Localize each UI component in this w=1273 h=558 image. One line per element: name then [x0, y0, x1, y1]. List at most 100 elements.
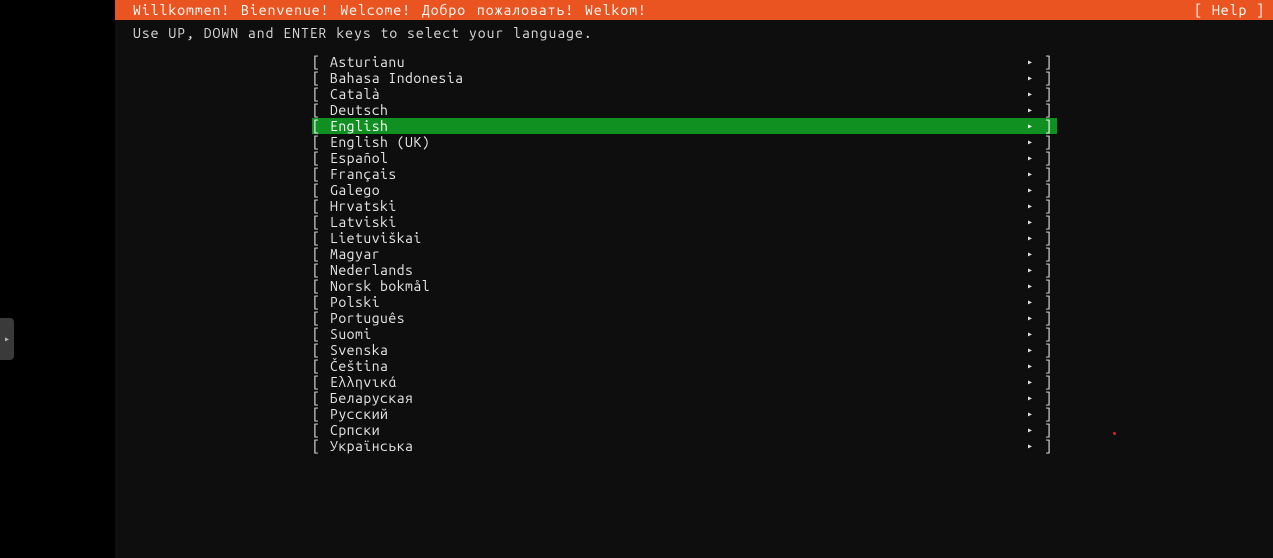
- language-option[interactable]: [ Deutsch▸]: [115, 102, 1273, 118]
- bracket-open: [: [312, 54, 330, 70]
- language-label: Polski: [330, 294, 380, 310]
- language-option[interactable]: [ Norsk bokmål▸]: [115, 278, 1273, 294]
- chevron-right-icon: ▸: [4, 333, 10, 345]
- language-option[interactable]: [ Čeština▸]: [115, 358, 1273, 374]
- language-option[interactable]: [ Català▸]: [115, 86, 1273, 102]
- sidebar-handle[interactable]: ▸: [0, 318, 14, 360]
- language-option[interactable]: [ English (UK) ▸]: [115, 134, 1273, 150]
- bracket-open: [: [312, 390, 330, 406]
- bracket-open: [: [312, 230, 330, 246]
- language-option[interactable]: [ English ▸]: [115, 118, 1273, 134]
- bracket-close: ]: [1039, 294, 1057, 310]
- chevron-right-icon: ▸: [1021, 86, 1039, 102]
- language-label: English (UK): [330, 134, 430, 150]
- language-option[interactable]: [ Asturianu▸]: [115, 54, 1273, 70]
- bracket-open: [: [312, 438, 330, 454]
- help-button[interactable]: [ Help ]: [1194, 0, 1265, 20]
- bracket-open: [: [312, 422, 330, 438]
- language-option[interactable]: [ Português ▸]: [115, 310, 1273, 326]
- language-option[interactable]: [ Español▸]: [115, 150, 1273, 166]
- header-title: Willkommen! Bienvenue! Welcome! Добро по…: [133, 0, 647, 20]
- bracket-close: ]: [1039, 166, 1057, 182]
- language-label: Беларуская: [330, 390, 413, 406]
- bracket-close: ]: [1039, 118, 1057, 134]
- language-option[interactable]: [ Lietuviškai ▸]: [115, 230, 1273, 246]
- chevron-right-icon: ▸: [1021, 294, 1039, 310]
- bracket-open: [: [312, 358, 330, 374]
- bracket-close: ]: [1039, 214, 1057, 230]
- language-label: Ελληνικά: [330, 374, 397, 390]
- bracket-close: ]: [1039, 150, 1057, 166]
- language-option[interactable]: [ Français▸]: [115, 166, 1273, 182]
- language-option[interactable]: [ Suomi▸]: [115, 326, 1273, 342]
- chevron-right-icon: ▸: [1021, 374, 1039, 390]
- chevron-right-icon: ▸: [1021, 150, 1039, 166]
- language-label: Русский: [330, 406, 388, 422]
- language-label: Nederlands: [330, 262, 413, 278]
- language-option[interactable]: [ Српски▸]: [115, 422, 1273, 438]
- bracket-close: ]: [1039, 246, 1057, 262]
- language-label: Lietuviškai: [330, 230, 422, 246]
- language-option[interactable]: [ Galego▸]: [115, 182, 1273, 198]
- chevron-right-icon: ▸: [1021, 390, 1039, 406]
- bracket-close: ]: [1039, 230, 1057, 246]
- language-option[interactable]: [ Polski ▸]: [115, 294, 1273, 310]
- language-option[interactable]: [ Ελληνικά▸]: [115, 374, 1273, 390]
- language-label: Bahasa Indonesia: [330, 70, 463, 86]
- chevron-right-icon: ▸: [1021, 342, 1039, 358]
- language-label: English: [330, 118, 388, 134]
- bracket-close: ]: [1039, 310, 1057, 326]
- chevron-right-icon: ▸: [1021, 118, 1039, 134]
- chevron-right-icon: ▸: [1021, 422, 1039, 438]
- bracket-close: ]: [1039, 86, 1057, 102]
- bracket-close: ]: [1039, 374, 1057, 390]
- bracket-close: ]: [1039, 134, 1057, 150]
- chevron-right-icon: ▸: [1021, 326, 1039, 342]
- language-option[interactable]: [ Беларуская▸]: [115, 390, 1273, 406]
- bracket-close: ]: [1039, 422, 1057, 438]
- chevron-right-icon: ▸: [1021, 134, 1039, 150]
- language-option[interactable]: [ Hrvatski▸]: [115, 198, 1273, 214]
- bracket-open: [: [312, 214, 330, 230]
- bracket-open: [: [312, 70, 330, 86]
- language-label: Hrvatski: [330, 198, 397, 214]
- chevron-right-icon: ▸: [1021, 230, 1039, 246]
- chevron-right-icon: ▸: [1021, 70, 1039, 86]
- bracket-open: [: [312, 294, 330, 310]
- instruction-text: Use UP, DOWN and ENTER keys to select yo…: [115, 20, 1273, 44]
- chevron-right-icon: ▸: [1021, 438, 1039, 454]
- language-option[interactable]: [ Svenska▸]: [115, 342, 1273, 358]
- language-label: Deutsch: [330, 102, 388, 118]
- language-label: Català: [330, 86, 380, 102]
- bracket-open: [: [312, 310, 330, 326]
- bracket-close: ]: [1039, 278, 1057, 294]
- chevron-right-icon: ▸: [1021, 310, 1039, 326]
- language-option[interactable]: [ Русский▸]: [115, 406, 1273, 422]
- language-option[interactable]: [ Magyar▸]: [115, 246, 1273, 262]
- bracket-open: [: [312, 102, 330, 118]
- chevron-right-icon: ▸: [1021, 182, 1039, 198]
- language-label: Latviski: [330, 214, 397, 230]
- bracket-open: [: [312, 342, 330, 358]
- language-option[interactable]: [ Bahasa Indonesia▸]: [115, 70, 1273, 86]
- language-option[interactable]: [ Українська▸]: [115, 438, 1273, 454]
- language-label: Galego: [330, 182, 380, 198]
- bracket-open: [: [312, 406, 330, 422]
- language-option[interactable]: [ Nederlands▸]: [115, 262, 1273, 278]
- cursor-dot: [1113, 432, 1116, 435]
- language-label: Suomi: [330, 326, 372, 342]
- bracket-close: ]: [1039, 342, 1057, 358]
- bracket-open: [: [312, 278, 330, 294]
- chevron-right-icon: ▸: [1021, 406, 1039, 422]
- bracket-close: ]: [1039, 54, 1057, 70]
- bracket-open: [: [312, 118, 330, 134]
- bracket-open: [: [312, 262, 330, 278]
- language-label: Português: [330, 310, 405, 326]
- language-option[interactable]: [ Latviski ▸]: [115, 214, 1273, 230]
- bracket-open: [: [312, 134, 330, 150]
- chevron-right-icon: ▸: [1021, 54, 1039, 70]
- chevron-right-icon: ▸: [1021, 246, 1039, 262]
- bracket-close: ]: [1039, 326, 1057, 342]
- chevron-right-icon: ▸: [1021, 214, 1039, 230]
- bracket-close: ]: [1039, 438, 1057, 454]
